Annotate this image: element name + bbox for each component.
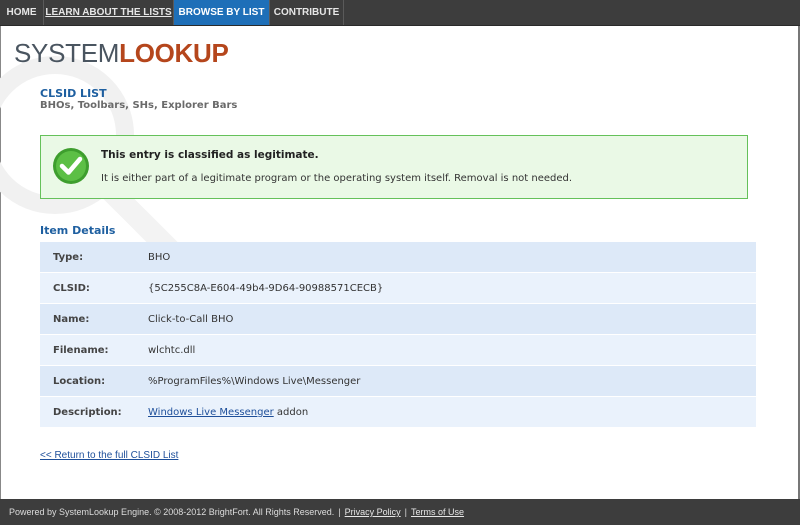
nav-contribute[interactable]: CONTRIBUTE [270,0,344,25]
detail-row-location: Location: %ProgramFiles%\Windows Live\Me… [40,365,756,397]
nav-learn-label: LEARN ABOUT THE LISTS [45,7,172,18]
green-check-icon [53,148,89,184]
detail-row-filename: Filename: wlchtc.dll [40,334,756,366]
detail-row-name: Name: Click-to-Call BHO [40,303,756,335]
footer: Powered by SystemLookup Engine. © 2008-2… [0,499,800,525]
detail-key: Type: [40,242,148,273]
logo-part-lookup: LOOKUP [119,38,229,68]
footer-copyright: Powered by SystemLookup Engine. © 2008-2… [9,507,335,517]
logo-part-system: SYSTEM [14,38,120,68]
detail-row-clsid: CLSID: {5C255C8A-E604-49b4-9D64-90988571… [40,272,756,304]
nav-browse-label: BROWSE BY LIST [178,7,265,18]
detail-key: Filename: [40,334,148,366]
privacy-policy-link[interactable]: Privacy Policy [345,507,401,517]
description-suffix: addon [273,406,309,418]
terms-of-use-link[interactable]: Terms of Use [411,507,464,517]
nav-learn-about-lists[interactable]: LEARN ABOUT THE LISTS [44,0,174,25]
nav-browse-by-list[interactable]: BROWSE BY LIST [174,0,270,25]
detail-value: {5C255C8A-E604-49b4-9D64-90988571CECB} [148,272,756,304]
legitimate-status-box: This entry is classified as legitimate. … [40,135,748,199]
footer-separator: | [404,507,408,517]
nav-home[interactable]: HOME [0,0,44,25]
detail-value: wlchtc.dll [148,334,756,366]
description-link[interactable]: Windows Live Messenger [148,407,274,418]
detail-value: BHO [148,242,756,273]
item-details-heading: Item Details [40,224,116,237]
detail-key: Description: [40,396,148,428]
nav-home-label: HOME [6,7,37,18]
detail-value: Click-to-Call BHO [148,303,756,335]
status-description: It is either part of a legitimate progra… [101,173,573,184]
site-logo[interactable]: SYSTEMLOOKUP [14,38,229,69]
detail-key: CLSID: [40,272,148,304]
list-title: CLSID LIST [40,87,107,100]
item-details-table: Type: BHO CLSID: {5C255C8A-E604-49b4-9D6… [40,242,756,428]
nav-contribute-label: CONTRIBUTE [273,7,340,18]
detail-value: %ProgramFiles%\Windows Live\Messenger [148,365,756,397]
detail-row-description: Description: Windows Live Messenger addo… [40,396,756,428]
detail-value: Windows Live Messenger addon [148,396,756,428]
footer-separator: | [338,507,341,517]
top-navigation: HOME LEARN ABOUT THE LISTS BROWSE BY LIS… [0,0,800,26]
list-subtitle: BHOs, Toolbars, SHs, Explorer Bars [40,100,238,111]
detail-row-type: Type: BHO [40,242,756,273]
detail-key: Location: [40,365,148,397]
detail-key: Name: [40,303,148,335]
return-to-list-link[interactable]: << Return to the full CLSID List [40,450,178,461]
status-heading: This entry is classified as legitimate. [101,149,319,161]
window-left-border [0,0,1,525]
